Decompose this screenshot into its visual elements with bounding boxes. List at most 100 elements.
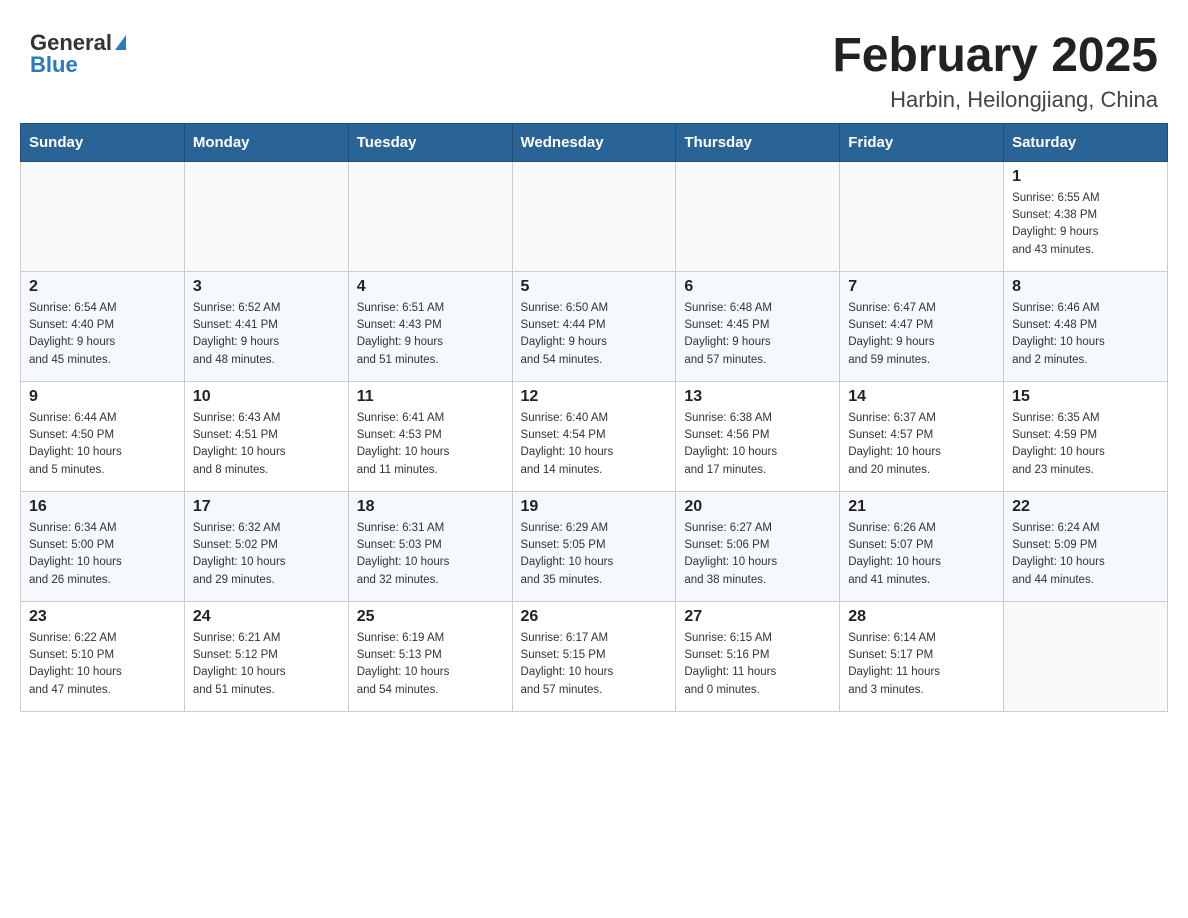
day-info: Sunrise: 6:40 AM Sunset: 4:54 PM Dayligh… — [521, 410, 668, 479]
calendar-week-3: 9Sunrise: 6:44 AM Sunset: 4:50 PM Daylig… — [21, 381, 1168, 491]
day-number: 26 — [521, 608, 668, 626]
day-info: Sunrise: 6:52 AM Sunset: 4:41 PM Dayligh… — [193, 300, 340, 369]
day-number: 13 — [684, 388, 831, 406]
title-section: February 2025 Harbin, Heilongjiang, Chin… — [832, 30, 1158, 113]
day-info: Sunrise: 6:19 AM Sunset: 5:13 PM Dayligh… — [357, 630, 504, 699]
calendar-cell: 13 Sunrise: 6:38 AM Sunset: 4:56 PM Dayli… — [676, 381, 840, 491]
calendar-cell: 28Sunrise: 6:14 AM Sunset: 5:17 PM Dayli… — [840, 601, 1004, 711]
day-number: 16 — [29, 498, 176, 516]
calendar-cell: 10 Sunrise: 6:43 AM Sunset: 4:51 PM Dayli… — [184, 381, 348, 491]
page-header: General Blue February 2025 Harbin, Heilo… — [20, 20, 1168, 113]
day-info: Sunrise: 6:55 AM Sunset: 4:38 PM Dayligh… — [1012, 190, 1159, 259]
logo-blue-text: Blue — [30, 52, 78, 78]
calendar-cell: 1 Sunrise: 6:55 AM Sunset: 4:38 PM Daylig… — [1004, 161, 1168, 271]
weekday-header-thursday: Thursday — [676, 123, 840, 161]
day-number: 17 — [193, 498, 340, 516]
day-number: 25 — [357, 608, 504, 626]
calendar-week-5: 23 Sunrise: 6:22 AM Sunset: 5:10 PM Dayli… — [21, 601, 1168, 711]
calendar-cell: 21 Sunrise: 6:26 AM Sunset: 5:07 PM Dayli… — [840, 491, 1004, 601]
calendar-week-2: 2Sunrise: 6:54 AM Sunset: 4:40 PM Daylig… — [21, 271, 1168, 381]
weekday-header-saturday: Saturday — [1004, 123, 1168, 161]
day-info: Sunrise: 6:50 AM Sunset: 4:44 PM Dayligh… — [521, 300, 668, 369]
day-number: 4 — [357, 278, 504, 296]
day-number: 12 — [521, 388, 668, 406]
day-number: 28 — [848, 608, 995, 626]
day-number: 11 — [357, 388, 504, 406]
day-info: Sunrise: 6:34 AM Sunset: 5:00 PM Dayligh… — [29, 520, 176, 589]
day-info: Sunrise: 6:37 AM Sunset: 4:57 PM Dayligh… — [848, 410, 995, 479]
logo: General Blue — [30, 30, 126, 78]
day-info: Sunrise: 6:15 AM Sunset: 5:16 PM Dayligh… — [684, 630, 831, 699]
day-number: 10 — [193, 388, 340, 406]
day-number: 14 — [848, 388, 995, 406]
calendar-cell — [348, 161, 512, 271]
day-info: Sunrise: 6:22 AM Sunset: 5:10 PM Dayligh… — [29, 630, 176, 699]
day-info: Sunrise: 6:32 AM Sunset: 5:02 PM Dayligh… — [193, 520, 340, 589]
calendar-cell: 20 Sunrise: 6:27 AM Sunset: 5:06 PM Dayli… — [676, 491, 840, 601]
weekday-header-friday: Friday — [840, 123, 1004, 161]
calendar-table: SundayMondayTuesdayWednesdayThursdayFrid… — [20, 123, 1168, 712]
day-number: 3 — [193, 278, 340, 296]
day-info: Sunrise: 6:17 AM Sunset: 5:15 PM Dayligh… — [521, 630, 668, 699]
day-number: 5 — [521, 278, 668, 296]
weekday-header-monday: Monday — [184, 123, 348, 161]
day-number: 6 — [684, 278, 831, 296]
calendar-cell: 22 Sunrise: 6:24 AM Sunset: 5:09 PM Dayli… — [1004, 491, 1168, 601]
day-info: Sunrise: 6:38 AM Sunset: 4:56 PM Dayligh… — [684, 410, 831, 479]
day-number: 19 — [521, 498, 668, 516]
calendar-cell — [1004, 601, 1168, 711]
calendar-cell: 15Sunrise: 6:35 AM Sunset: 4:59 PM Dayli… — [1004, 381, 1168, 491]
day-number: 7 — [848, 278, 995, 296]
calendar-cell: 9Sunrise: 6:44 AM Sunset: 4:50 PM Daylig… — [21, 381, 185, 491]
calendar-cell: 14 Sunrise: 6:37 AM Sunset: 4:57 PM Dayli… — [840, 381, 1004, 491]
day-number: 21 — [848, 498, 995, 516]
calendar-cell: 11 Sunrise: 6:41 AM Sunset: 4:53 PM Dayli… — [348, 381, 512, 491]
day-info: Sunrise: 6:44 AM Sunset: 4:50 PM Dayligh… — [29, 410, 176, 479]
calendar-cell: 8 Sunrise: 6:46 AM Sunset: 4:48 PM Daylig… — [1004, 271, 1168, 381]
calendar-cell: 3 Sunrise: 6:52 AM Sunset: 4:41 PM Daylig… — [184, 271, 348, 381]
calendar-cell: 5 Sunrise: 6:50 AM Sunset: 4:44 PM Daylig… — [512, 271, 676, 381]
calendar-cell: 6 Sunrise: 6:48 AM Sunset: 4:45 PM Daylig… — [676, 271, 840, 381]
calendar-cell: 7Sunrise: 6:47 AM Sunset: 4:47 PM Daylig… — [840, 271, 1004, 381]
weekday-header-tuesday: Tuesday — [348, 123, 512, 161]
day-number: 15 — [1012, 388, 1159, 406]
calendar-cell: 16 Sunrise: 6:34 AM Sunset: 5:00 PM Dayli… — [21, 491, 185, 601]
location-title: Harbin, Heilongjiang, China — [832, 87, 1158, 113]
day-info: Sunrise: 6:51 AM Sunset: 4:43 PM Dayligh… — [357, 300, 504, 369]
day-info: Sunrise: 6:48 AM Sunset: 4:45 PM Dayligh… — [684, 300, 831, 369]
calendar-week-1: 1 Sunrise: 6:55 AM Sunset: 4:38 PM Daylig… — [21, 161, 1168, 271]
calendar-cell: 25 Sunrise: 6:19 AM Sunset: 5:13 PM Dayli… — [348, 601, 512, 711]
day-number: 8 — [1012, 278, 1159, 296]
day-number: 20 — [684, 498, 831, 516]
day-info: Sunrise: 6:26 AM Sunset: 5:07 PM Dayligh… — [848, 520, 995, 589]
day-number: 1 — [1012, 168, 1159, 186]
calendar-cell: 24Sunrise: 6:21 AM Sunset: 5:12 PM Dayli… — [184, 601, 348, 711]
calendar-cell — [676, 161, 840, 271]
logo-triangle-icon — [115, 35, 126, 50]
day-number: 22 — [1012, 498, 1159, 516]
day-info: Sunrise: 6:24 AM Sunset: 5:09 PM Dayligh… — [1012, 520, 1159, 589]
day-number: 27 — [684, 608, 831, 626]
weekday-header-row: SundayMondayTuesdayWednesdayThursdayFrid… — [21, 123, 1168, 161]
calendar-cell: 12 Sunrise: 6:40 AM Sunset: 4:54 PM Dayli… — [512, 381, 676, 491]
day-info: Sunrise: 6:46 AM Sunset: 4:48 PM Dayligh… — [1012, 300, 1159, 369]
day-info: Sunrise: 6:21 AM Sunset: 5:12 PM Dayligh… — [193, 630, 340, 699]
calendar-cell: 26 Sunrise: 6:17 AM Sunset: 5:15 PM Dayli… — [512, 601, 676, 711]
weekday-header-sunday: Sunday — [21, 123, 185, 161]
calendar-cell — [184, 161, 348, 271]
calendar-cell — [840, 161, 1004, 271]
calendar-cell: 4 Sunrise: 6:51 AM Sunset: 4:43 PM Daylig… — [348, 271, 512, 381]
day-info: Sunrise: 6:27 AM Sunset: 5:06 PM Dayligh… — [684, 520, 831, 589]
calendar-cell: 18Sunrise: 6:31 AM Sunset: 5:03 PM Dayli… — [348, 491, 512, 601]
calendar-cell: 17 Sunrise: 6:32 AM Sunset: 5:02 PM Dayli… — [184, 491, 348, 601]
calendar-cell: 2Sunrise: 6:54 AM Sunset: 4:40 PM Daylig… — [21, 271, 185, 381]
calendar-cell — [512, 161, 676, 271]
day-info: Sunrise: 6:31 AM Sunset: 5:03 PM Dayligh… — [357, 520, 504, 589]
day-number: 23 — [29, 608, 176, 626]
calendar-cell: 27 Sunrise: 6:15 AM Sunset: 5:16 PM Dayli… — [676, 601, 840, 711]
day-info: Sunrise: 6:43 AM Sunset: 4:51 PM Dayligh… — [193, 410, 340, 479]
calendar-cell: 19 Sunrise: 6:29 AM Sunset: 5:05 PM Dayli… — [512, 491, 676, 601]
day-info: Sunrise: 6:41 AM Sunset: 4:53 PM Dayligh… — [357, 410, 504, 479]
day-info: Sunrise: 6:54 AM Sunset: 4:40 PM Dayligh… — [29, 300, 176, 369]
day-info: Sunrise: 6:29 AM Sunset: 5:05 PM Dayligh… — [521, 520, 668, 589]
